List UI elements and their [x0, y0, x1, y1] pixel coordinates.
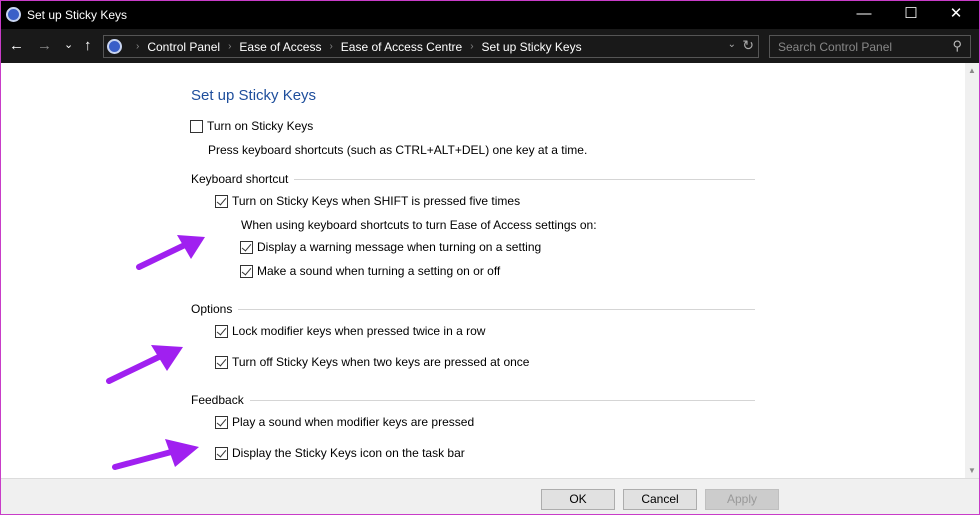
recent-locations-button[interactable]: ⌄ [64, 38, 73, 51]
checkbox[interactable] [215, 324, 228, 338]
breadcrumb-ease-of-access[interactable]: Ease of Access [239, 40, 321, 54]
checkbox[interactable] [215, 415, 228, 429]
scroll-up-icon[interactable]: ▲ [968, 66, 976, 75]
chevron-down-icon[interactable]: ⌄ [728, 39, 736, 50]
back-button[interactable]: ← [9, 37, 24, 54]
checkbox[interactable] [215, 446, 228, 460]
annotation-arrow-icon [106, 345, 183, 384]
navigation-bar: ← → ⌄ ↑ › Control Panel › Ease of Access ›… [1, 29, 979, 63]
checkbox-label: Play a sound when modifier keys are pres… [232, 415, 475, 429]
page-title: Set up Sticky Keys [191, 87, 317, 104]
minimize-button[interactable]: — [841, 1, 887, 29]
close-button[interactable]: ✕ [933, 1, 979, 29]
group-options: Options [191, 302, 755, 316]
checkbox[interactable] [215, 355, 228, 369]
checkbox[interactable] [215, 194, 228, 208]
checkbox-label: Turn on Sticky Keys [207, 119, 314, 133]
turn-off-two-keys-checkbox[interactable]: Turn off Sticky Keys when two keys are p… [215, 355, 529, 369]
display-warning-checkbox[interactable]: Display a warning message when turning o… [240, 240, 541, 254]
search-icon[interactable]: ⚲ [952, 38, 962, 54]
make-sound-checkbox[interactable]: Make a sound when turning a setting on o… [240, 264, 500, 278]
search-input[interactable]: Search Control Panel ⚲ [769, 35, 971, 58]
breadcrumb-control-panel[interactable]: Control Panel [147, 40, 220, 54]
group-heading: Options [191, 302, 233, 316]
content-area: Set up Sticky Keys Turn on Sticky Keys P… [1, 63, 965, 478]
turn-on-sticky-keys-checkbox[interactable]: Turn on Sticky Keys [190, 119, 313, 133]
address-bar[interactable]: › Control Panel › Ease of Access › Ease of… [103, 35, 759, 58]
checkbox[interactable] [240, 240, 253, 254]
breadcrumb: › Control Panel › Ease of Access › Ease of… [136, 40, 582, 54]
group-feedback: Feedback [191, 393, 755, 407]
checkbox-label: Lock modifier keys when pressed twice in… [232, 324, 486, 338]
cancel-button[interactable]: Cancel [623, 489, 697, 510]
breadcrumb-set-up-sticky-keys[interactable]: Set up Sticky Keys [482, 40, 582, 54]
checkbox[interactable] [190, 119, 203, 133]
search-placeholder: Search Control Panel [778, 40, 893, 54]
sticky-keys-window: Set up Sticky Keys — ☐ ✕ ← → ⌄ ↑ › Contr… [0, 0, 980, 515]
checkbox-label: Display the Sticky Keys icon on the task… [232, 446, 465, 460]
scroll-down-icon[interactable]: ▼ [968, 466, 976, 475]
control-panel-icon [107, 39, 122, 54]
checkbox[interactable] [240, 264, 253, 278]
title-bar: Set up Sticky Keys — ☐ ✕ [1, 1, 979, 29]
shift-five-times-checkbox[interactable]: Turn on Sticky Keys when SHIFT is presse… [215, 194, 520, 208]
checkbox-label: Turn off Sticky Keys when two keys are p… [232, 355, 530, 369]
divider [249, 399, 755, 401]
dialog-footer: OK Cancel Apply [1, 478, 979, 514]
up-button[interactable]: ↑ [84, 37, 92, 54]
maximize-button[interactable]: ☐ [888, 1, 934, 29]
checkbox-label: Turn on Sticky Keys when SHIFT is presse… [232, 194, 521, 208]
annotation-arrow-icon [136, 235, 205, 270]
checkbox-label: Make a sound when turning a setting on o… [257, 264, 501, 278]
ok-button[interactable]: OK [541, 489, 615, 510]
group-heading: Keyboard shortcut [191, 172, 289, 186]
display-icon-checkbox[interactable]: Display the Sticky Keys icon on the task… [215, 446, 465, 460]
ease-of-access-icon [6, 7, 21, 22]
vertical-scrollbar[interactable]: ▲ ▼ [965, 63, 979, 478]
breadcrumb-ease-of-access-centre[interactable]: Ease of Access Centre [341, 40, 462, 54]
group-heading: Feedback [191, 393, 244, 407]
turn-on-description: Press keyboard shortcuts (such as CTRL+A… [208, 143, 588, 157]
group-keyboard-shortcut: Keyboard shortcut [191, 172, 755, 186]
play-sound-checkbox[interactable]: Play a sound when modifier keys are pres… [215, 415, 474, 429]
refresh-icon[interactable]: ↻ [742, 37, 754, 54]
divider [294, 178, 755, 180]
annotation-arrow-icon [112, 439, 199, 470]
forward-button[interactable]: → [37, 37, 52, 54]
apply-button[interactable]: Apply [705, 489, 779, 510]
divider [238, 308, 755, 310]
window-title: Set up Sticky Keys [27, 8, 128, 22]
shortcut-subheading: When using keyboard shortcuts to turn Ea… [241, 218, 597, 232]
lock-modifier-checkbox[interactable]: Lock modifier keys when pressed twice in… [215, 324, 485, 338]
checkbox-label: Display a warning message when turning o… [257, 240, 542, 254]
